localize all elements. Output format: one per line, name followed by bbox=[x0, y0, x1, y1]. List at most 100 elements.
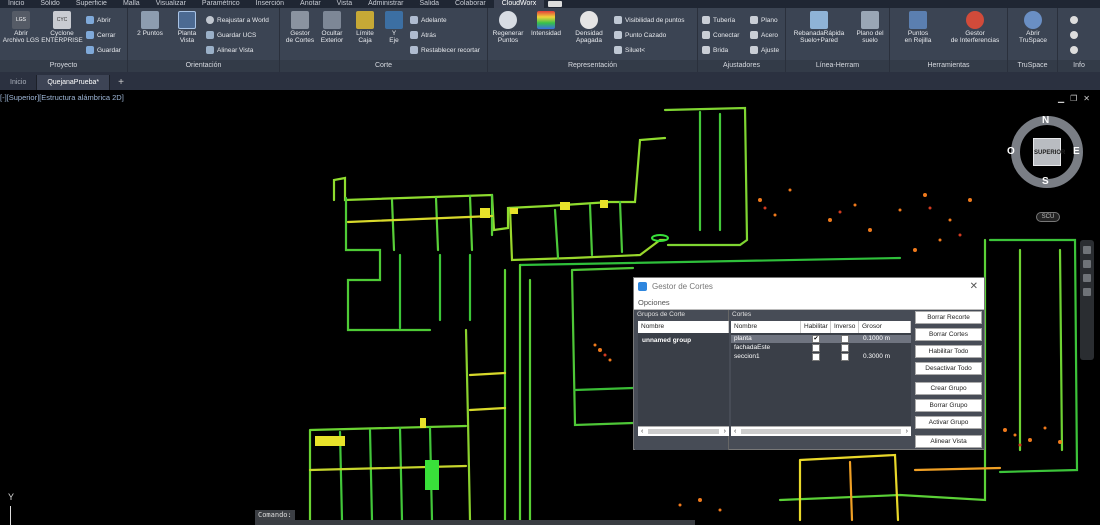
gestor-cortes-button[interactable]: Gestor de Cortes bbox=[282, 11, 318, 44]
plano-suelo-button[interactable]: Plano del suelo bbox=[852, 11, 888, 44]
nav-wheel-icon[interactable] bbox=[1083, 246, 1091, 254]
cerrar-button[interactable]: Cerrar bbox=[86, 30, 115, 40]
abrir-button[interactable]: Abrir bbox=[86, 15, 111, 25]
inverso-checkbox[interactable] bbox=[841, 344, 849, 352]
compass-south[interactable]: S bbox=[1042, 176, 1049, 187]
intensidad-button[interactable]: Intensidad bbox=[528, 11, 564, 37]
menu-superficie[interactable]: Superficie bbox=[68, 0, 115, 8]
cortes-col-inverso[interactable]: Inverso bbox=[831, 321, 859, 333]
table-row[interactable]: planta ✔ 0.1000 m bbox=[731, 335, 911, 343]
about-button[interactable] bbox=[1070, 45, 1078, 55]
rebanada-rapida-button[interactable]: RebanadaRápida Suelo+Pared bbox=[788, 11, 850, 44]
inverso-checkbox[interactable] bbox=[841, 335, 849, 343]
panel-corte-title[interactable]: Corte bbox=[280, 60, 487, 72]
punto-cazado-button[interactable]: Punto Cazado bbox=[614, 30, 666, 40]
grupos-hscroll[interactable]: ‹ › bbox=[638, 426, 729, 436]
dialog-menu-opciones[interactable]: Opciones bbox=[634, 296, 984, 310]
borrar-cortes-button[interactable]: Borrar Cortes bbox=[915, 328, 982, 341]
cut-thickness[interactable]: 0.1000 m bbox=[863, 335, 890, 343]
cut-thickness[interactable]: 0.3000 m bbox=[863, 353, 890, 361]
activar-grupo-button[interactable]: Activar Grupo bbox=[915, 416, 982, 429]
habilitar-checkbox[interactable] bbox=[812, 353, 820, 361]
grupos-col-nombre[interactable]: Nombre bbox=[638, 321, 729, 333]
scroll-thumb[interactable] bbox=[648, 429, 719, 434]
panel-herramientas-title[interactable]: Herramientas bbox=[890, 60, 1007, 72]
tuberia-button[interactable]: Tubería bbox=[702, 15, 735, 25]
restablecer-recortar-button[interactable]: Restablecer recortar bbox=[410, 45, 480, 55]
viewcube-face-top[interactable]: SUPERIOR bbox=[1033, 138, 1065, 166]
dialog-close-icon[interactable]: ✕ bbox=[970, 278, 978, 296]
borrar-recorte-button[interactable]: Borrar Recorte bbox=[915, 311, 982, 324]
window-state-icon[interactable] bbox=[548, 1, 563, 7]
alinear-vista-dialog-button[interactable]: Alinear Vista bbox=[915, 435, 982, 448]
alinear-vista-button[interactable]: Alinear Vista bbox=[206, 45, 253, 55]
guardar-ucs-button[interactable]: Guardar UCS bbox=[206, 30, 256, 40]
cyclone-enterprise-button[interactable]: CYC Cyclone ENTERPRISE bbox=[40, 11, 84, 44]
siluet-button[interactable]: Siluet< bbox=[614, 45, 645, 55]
restore-icon[interactable]: ❐ bbox=[1070, 94, 1077, 103]
panel-representacion-title[interactable]: Representación bbox=[488, 60, 697, 72]
puntos-rejilla-button[interactable]: Puntos en Rejilla bbox=[894, 11, 942, 44]
menu-cloudworx[interactable]: CloudWorx bbox=[493, 0, 545, 8]
scroll-left-icon[interactable]: ‹ bbox=[734, 427, 736, 436]
scroll-right-icon[interactable]: › bbox=[724, 427, 726, 436]
guardar-button[interactable]: Guardar bbox=[86, 45, 121, 55]
densidad-apagada-button[interactable]: Densidad Apagada bbox=[572, 11, 606, 44]
minimize-icon[interactable]: ▁ bbox=[1058, 94, 1064, 103]
scroll-right-icon[interactable]: › bbox=[906, 427, 908, 436]
tab-inicio[interactable]: Inicio bbox=[0, 75, 38, 90]
atras-button[interactable]: Atrás bbox=[410, 30, 436, 40]
cortes-col-habilitar[interactable]: Habilitar bbox=[801, 321, 831, 333]
regenerar-puntos-button[interactable]: Regenerar Puntos bbox=[490, 11, 526, 44]
menu-colaborar[interactable]: Colaborar bbox=[447, 0, 494, 8]
panel-linea-title[interactable]: Línea-Herram bbox=[786, 60, 889, 72]
desactivar-todo-button[interactable]: Desactivar Todo bbox=[915, 362, 982, 375]
zoom-icon[interactable] bbox=[1083, 274, 1091, 282]
menu-inicio[interactable]: Inicio bbox=[0, 0, 32, 8]
abrir-truspace-button[interactable]: Abrir TruSpace bbox=[1012, 11, 1054, 44]
brida-button[interactable]: Brida bbox=[702, 45, 728, 55]
habilitar-checkbox[interactable] bbox=[812, 344, 820, 352]
cortes-table[interactable]: Nombre Habilitar Inverso Grosor planta ✔… bbox=[731, 321, 911, 436]
habilitar-todo-button[interactable]: Habilitar Todo bbox=[915, 345, 982, 358]
viewcube[interactable]: SUPERIOR N S E O bbox=[1007, 115, 1083, 188]
habilitar-checkbox[interactable]: ✔ bbox=[812, 335, 820, 343]
borrar-grupo-button[interactable]: Borrar Grupo bbox=[915, 399, 982, 412]
panel-info-title[interactable]: Info bbox=[1058, 60, 1100, 72]
plano-button[interactable]: Plano bbox=[750, 15, 778, 25]
pan-icon[interactable] bbox=[1083, 260, 1091, 268]
panel-proyecto-title[interactable]: Proyecto bbox=[0, 60, 127, 72]
menu-malla[interactable]: Malla bbox=[115, 0, 148, 8]
ocultar-exterior-button[interactable]: Ocultar Exterior bbox=[316, 11, 348, 44]
close-icon[interactable]: ✕ bbox=[1083, 94, 1090, 103]
adelante-button[interactable]: Adelante bbox=[410, 15, 447, 25]
cortes-col-grosor[interactable]: Grosor bbox=[859, 321, 911, 333]
viewport-label[interactable]: [-][Superior][Estructura alámbrica 2D] bbox=[0, 93, 124, 102]
dos-puntos-button[interactable]: 2 Puntos bbox=[132, 11, 168, 37]
menu-parametrico[interactable]: Paramétrico bbox=[194, 0, 248, 8]
table-row[interactable]: seccion1 0.3000 m bbox=[731, 353, 911, 361]
help-button[interactable] bbox=[1070, 30, 1078, 40]
menu-administrar[interactable]: Administrar bbox=[360, 0, 411, 8]
reajustar-world-button[interactable]: Reajustar a World bbox=[206, 15, 269, 25]
command-line[interactable]: Comando: bbox=[255, 510, 695, 525]
ucs-menu[interactable]: SCU bbox=[1036, 212, 1060, 222]
menu-anotar[interactable]: Anotar bbox=[292, 0, 329, 8]
compass-east[interactable]: E bbox=[1073, 146, 1080, 157]
abrir-lgs-button[interactable]: LGS Abrir Archivo LGS bbox=[2, 11, 40, 44]
table-row[interactable]: fachadaEste bbox=[731, 344, 911, 352]
conectar-button[interactable]: Conectar bbox=[702, 30, 739, 40]
scroll-thumb[interactable] bbox=[741, 429, 901, 434]
limite-caja-button[interactable]: Límite Caja bbox=[350, 11, 380, 44]
panel-orientacion-title[interactable]: Orientación bbox=[128, 60, 279, 72]
compass-west[interactable]: O bbox=[1007, 146, 1015, 157]
group-item[interactable]: unnamed group bbox=[642, 337, 691, 344]
menu-salida[interactable]: Salida bbox=[412, 0, 447, 8]
new-tab-icon[interactable]: + bbox=[110, 75, 132, 90]
visibilidad-puntos-button[interactable]: Visibilidad de puntos bbox=[614, 15, 685, 25]
inverso-checkbox[interactable] bbox=[841, 353, 849, 361]
acero-button[interactable]: Acero bbox=[750, 30, 778, 40]
dialog-titlebar[interactable]: Gestor de Cortes ✕ bbox=[634, 278, 984, 296]
gestor-interferencias-button[interactable]: Gestor de Interferencias bbox=[944, 11, 1006, 44]
scroll-left-icon[interactable]: ‹ bbox=[641, 427, 643, 436]
